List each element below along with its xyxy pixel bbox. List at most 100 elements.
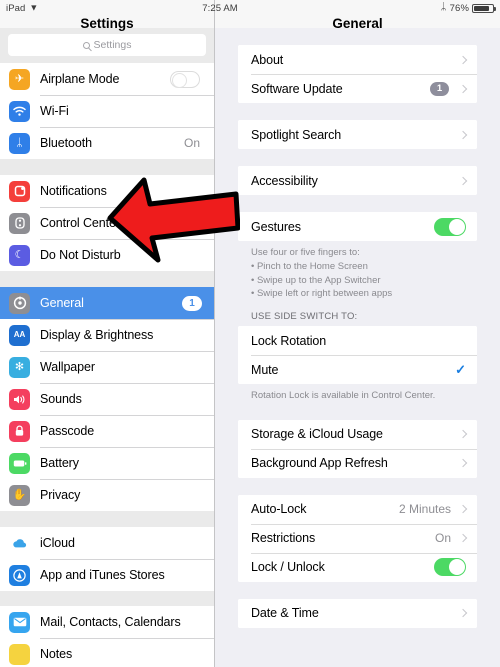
sidebar-item-label: Do Not Disturb bbox=[40, 248, 121, 262]
sidebar-item-app-itunes-stores[interactable]: App and iTunes Stores bbox=[0, 559, 214, 591]
sidebar-item-label: Wallpaper bbox=[40, 360, 95, 374]
sidebar-item-label: Bluetooth bbox=[40, 136, 92, 150]
sidebar-item-mail-contacts-calendars[interactable]: Mail, Contacts, Calendars bbox=[0, 606, 214, 638]
detail-row-label: About bbox=[251, 52, 284, 67]
gestures-toggle[interactable] bbox=[434, 217, 466, 236]
wifi-icon bbox=[9, 100, 30, 122]
restrictions-value: On bbox=[434, 531, 451, 546]
sidebar-item-label: Sounds bbox=[40, 392, 82, 406]
battery-icon bbox=[9, 452, 30, 474]
detail-row-mute[interactable]: Mute ✓ bbox=[238, 355, 477, 385]
sidebar-item-label: iCloud bbox=[40, 536, 75, 550]
search-container: Settings bbox=[0, 28, 214, 63]
notifications-icon bbox=[9, 180, 30, 202]
detail-row-software-update[interactable]: Software Update 1 bbox=[238, 74, 477, 103]
footnote-line: • Swipe up to the App Switcher bbox=[251, 274, 381, 286]
detail-row-label: Lock Rotation bbox=[251, 333, 327, 348]
detail-group-lock: Auto-Lock 2 Minutes Restrictions On Lock… bbox=[238, 494, 477, 582]
software-update-badge: 1 bbox=[430, 81, 449, 96]
detail-row-label: Accessibility bbox=[251, 173, 318, 188]
detail-row-label: Storage & iCloud Usage bbox=[251, 427, 383, 442]
general-detail-panel: General About Software Update 1 Spotligh… bbox=[215, 0, 500, 667]
detail-row-label: Restrictions bbox=[251, 531, 316, 546]
detail-row-label: Software Update bbox=[251, 81, 343, 96]
detail-row-label: Gestures bbox=[251, 219, 301, 234]
sidebar-item-airplane-mode[interactable]: ✈ Airplane Mode bbox=[0, 63, 214, 95]
sidebar-item-general[interactable]: General 1 bbox=[0, 287, 214, 319]
sidebar-item-icloud[interactable]: iCloud bbox=[0, 527, 214, 559]
detail-group-gestures: Gestures bbox=[238, 212, 477, 241]
detail-row-date-time[interactable]: Date & Time bbox=[238, 598, 477, 628]
footnote-line: Use four or five fingers to: bbox=[251, 247, 360, 258]
checkmark-icon: ✓ bbox=[455, 361, 466, 377]
sidebar-item-wallpaper[interactable]: ✻ Wallpaper bbox=[0, 351, 214, 383]
detail-group-date-time: Date & Time bbox=[238, 598, 477, 628]
icloud-icon bbox=[9, 532, 30, 554]
chevron-right-icon bbox=[458, 130, 468, 139]
detail-row-spotlight-search[interactable]: Spotlight Search bbox=[238, 120, 477, 149]
chevron-right-icon bbox=[458, 609, 468, 618]
sidebar-group-accounts: iCloud App and iTunes Stores bbox=[0, 527, 214, 591]
sidebar-item-control-center[interactable]: Control Center bbox=[0, 207, 214, 239]
sidebar-item-privacy[interactable]: ✋ Privacy bbox=[0, 479, 214, 511]
do-not-disturb-icon: ☾ bbox=[9, 244, 30, 266]
footnote-line: Rotation Lock is available in Control Ce… bbox=[251, 390, 436, 402]
gestures-footnote: Use four or five fingers to: • Pinch to … bbox=[238, 241, 477, 301]
detail-row-restrictions[interactable]: Restrictions On bbox=[238, 523, 477, 553]
detail-row-label: Spotlight Search bbox=[251, 127, 342, 142]
wallpaper-icon: ✻ bbox=[9, 356, 30, 378]
airplane-mode-toggle[interactable] bbox=[170, 70, 200, 88]
detail-row-gestures[interactable]: Gestures bbox=[238, 212, 477, 241]
clock-label: 7:25 AM bbox=[202, 2, 238, 14]
detail-row-label: Background App Refresh bbox=[251, 456, 388, 471]
sidebar-item-bluetooth[interactable]: ᛦ Bluetooth On bbox=[0, 127, 214, 159]
status-bar-right: ᛦ 76% bbox=[441, 3, 496, 14]
detail-row-about[interactable]: About bbox=[238, 45, 477, 74]
sidebar-group-device: General 1 AA Display & Brightness ✻ Wall… bbox=[0, 287, 214, 511]
sidebar-item-battery[interactable]: Battery bbox=[0, 447, 214, 479]
search-input[interactable]: Settings bbox=[8, 34, 206, 56]
detail-row-storage-icloud-usage[interactable]: Storage & iCloud Usage bbox=[238, 419, 477, 449]
settings-sidebar[interactable]: Settings Settings ✈ Airplane Mode Wi-Fi … bbox=[0, 0, 215, 667]
detail-row-auto-lock[interactable]: Auto-Lock 2 Minutes bbox=[238, 494, 477, 524]
footnote-line: • Pinch to the Home Screen bbox=[251, 260, 368, 272]
lock-unlock-toggle[interactable] bbox=[434, 558, 466, 577]
status-bar: iPad ▼ 7:25 AM ᛦ 76% bbox=[0, 0, 500, 16]
detail-group-accessibility: Accessibility bbox=[238, 166, 477, 195]
sidebar-item-notifications[interactable]: Notifications bbox=[0, 175, 214, 207]
sidebar-group-notifications: Notifications Control Center ☾ Do Not Di… bbox=[0, 175, 214, 271]
sidebar-item-sounds[interactable]: Sounds bbox=[0, 383, 214, 415]
bluetooth-status-value: On bbox=[183, 136, 200, 150]
detail-row-lock-rotation[interactable]: Lock Rotation bbox=[238, 326, 477, 356]
sidebar-item-label: Display & Brightness bbox=[40, 328, 154, 342]
detail-content: About Software Update 1 Spotlight Search bbox=[215, 28, 500, 628]
sidebar-item-do-not-disturb[interactable]: ☾ Do Not Disturb bbox=[0, 239, 214, 271]
sidebar-item-wifi[interactable]: Wi-Fi bbox=[0, 95, 214, 127]
detail-row-background-app-refresh[interactable]: Background App Refresh bbox=[238, 448, 477, 478]
sidebar-item-label: Privacy bbox=[40, 488, 81, 502]
sidebar-divider bbox=[0, 511, 214, 527]
sidebar-item-passcode[interactable]: Passcode bbox=[0, 415, 214, 447]
chevron-right-icon bbox=[458, 505, 468, 514]
chevron-right-icon bbox=[458, 459, 468, 468]
sidebar-item-label: Notifications bbox=[40, 184, 107, 198]
app-store-icon bbox=[9, 564, 30, 586]
search-placeholder: Settings bbox=[93, 39, 132, 51]
chevron-right-icon bbox=[458, 55, 468, 64]
detail-row-accessibility[interactable]: Accessibility bbox=[238, 166, 477, 195]
sidebar-item-label: Battery bbox=[40, 456, 79, 470]
detail-row-lock-unlock[interactable]: Lock / Unlock bbox=[238, 552, 477, 582]
notes-icon bbox=[9, 643, 30, 665]
chevron-right-icon bbox=[458, 84, 468, 93]
sidebar-divider bbox=[0, 591, 214, 606]
sidebar-item-notes[interactable]: Notes bbox=[0, 638, 214, 667]
detail-row-label: Lock / Unlock bbox=[251, 560, 325, 575]
sidebar-item-display-brightness[interactable]: AA Display & Brightness bbox=[0, 319, 214, 351]
status-bar-center: 7:25 AM bbox=[0, 3, 500, 14]
detail-row-label: Date & Time bbox=[251, 606, 319, 621]
ipad-settings-screen: iPad ▼ 7:25 AM ᛦ 76% Settings Settings ✈… bbox=[0, 0, 500, 667]
sidebar-item-label: App and iTunes Stores bbox=[40, 568, 165, 582]
